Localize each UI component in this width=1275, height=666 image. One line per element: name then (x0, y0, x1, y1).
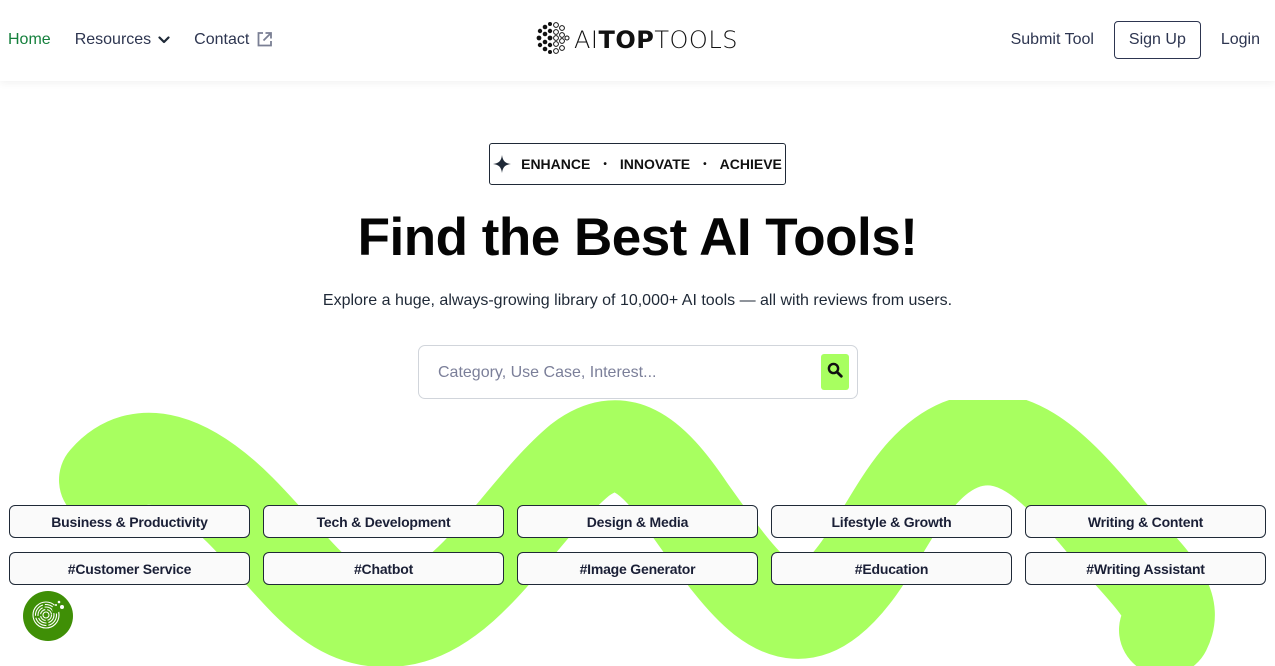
tagline-badge: ENHANCE • INNOVATE • ACHIEVE (489, 143, 786, 185)
chevron-down-icon (158, 35, 170, 44)
hashtag-row: #Customer Service #Chatbot #Image Genera… (9, 552, 1266, 585)
submit-tool-link[interactable]: Submit Tool (1011, 31, 1094, 49)
logo-bold: TOP (598, 26, 655, 54)
tagline-separator: • (603, 158, 607, 170)
category-chip-tech-development[interactable]: Tech & Development (263, 505, 504, 538)
site-header: Home Resources Contact AITOPTOOLS Submit… (0, 0, 1275, 81)
nav-resources-dropdown[interactable]: Resources (75, 31, 170, 49)
nav-contact-link[interactable]: Contact (194, 31, 273, 49)
hashtag-chip-customer-service[interactable]: #Customer Service (9, 552, 250, 585)
search-input[interactable] (438, 358, 808, 388)
hashtag-chip-education[interactable]: #Education (771, 552, 1012, 585)
nav-home-label: Home (8, 30, 51, 48)
sparkle-icon (493, 155, 512, 173)
sign-up-button[interactable]: Sign Up (1113, 20, 1201, 59)
hashtag-chip-chatbot[interactable]: #Chatbot (263, 552, 504, 585)
category-chip-writing-content[interactable]: Writing & Content (1025, 505, 1266, 538)
category-row: Business & Productivity Tech & Developme… (9, 505, 1266, 538)
tagline-word-enhance: ENHANCE (521, 156, 591, 172)
tagline-word-innovate: INNOVATE (619, 156, 691, 172)
page-title: Find the Best AI Tools! (357, 208, 918, 267)
cookie-fingerprint-icon (30, 596, 66, 637)
nav-home-link[interactable]: Home (8, 31, 51, 49)
login-link[interactable]: Login (1221, 31, 1260, 49)
logo-prefix: AI (574, 26, 599, 54)
external-link-icon (256, 31, 273, 48)
search-button[interactable] (821, 354, 849, 390)
hashtag-chip-image-generator[interactable]: #Image Generator (517, 552, 758, 585)
tagline-word-achieve: ACHIEVE (719, 156, 782, 172)
hero-subtitle: Explore a huge, always-growing library o… (322, 292, 953, 309)
tagline-separator: • (703, 158, 707, 170)
nav-resources-label: Resources (74, 30, 152, 48)
nav-contact-label: Contact (194, 30, 250, 48)
category-chip-business-productivity[interactable]: Business & Productivity (9, 505, 250, 538)
category-chips: Business & Productivity Tech & Developme… (9, 505, 1266, 585)
primary-nav: Home Resources Contact (8, 0, 273, 79)
hashtag-chip-writing-assistant[interactable]: #Writing Assistant (1025, 552, 1266, 585)
logo-wordmark: AITOPTOOLS (574, 26, 738, 54)
category-chip-lifestyle-growth[interactable]: Lifestyle & Growth (771, 505, 1012, 538)
site-logo[interactable]: AITOPTOOLS (536, 21, 738, 60)
search-icon (827, 362, 843, 383)
neural-dots-icon (536, 21, 570, 60)
cookie-settings-button[interactable] (23, 591, 73, 641)
account-nav: Submit Tool Sign Up Login (1011, 0, 1260, 79)
search-box (418, 345, 858, 399)
category-chip-design-media[interactable]: Design & Media (517, 505, 758, 538)
logo-suffix: TOOLS (654, 26, 738, 54)
